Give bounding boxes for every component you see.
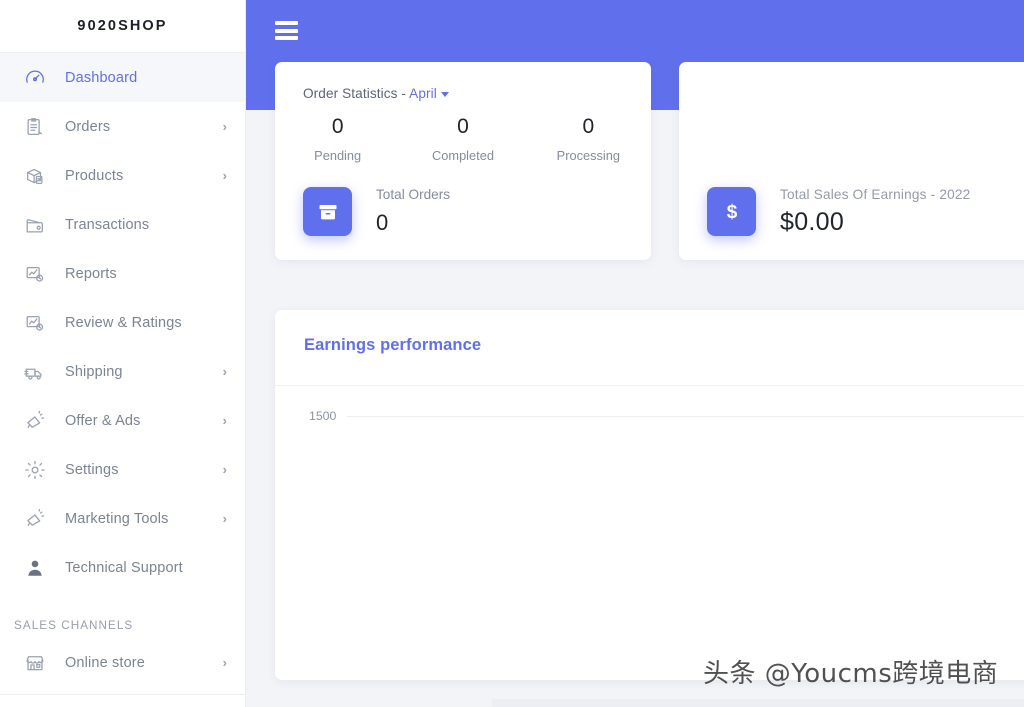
brand-name: 9020SHOP <box>77 18 168 34</box>
order-stat-processing: 0 Processing <box>526 114 651 163</box>
sidebar-item-dashboard[interactable]: Dashboard <box>0 53 245 102</box>
sidebar-item-orders[interactable]: Orders › <box>0 102 245 151</box>
order-statistics-title: Order Statistics - April <box>303 86 449 101</box>
sidebar-item-label: Technical Support <box>65 559 183 576</box>
order-stat-caption: Processing <box>556 148 620 163</box>
chevron-right-icon[interactable]: › <box>223 414 227 427</box>
speedometer-icon <box>22 65 48 91</box>
order-statistics-title-text: Order Statistics - <box>303 86 410 101</box>
main-content: Order Statistics - April 0 Pending 0 Comple… <box>246 0 1024 707</box>
order-statistics-card: Order Statistics - April 0 Pending 0 Comple… <box>275 62 651 260</box>
total-sales-card: $ Total Sales Of Earnings - 2022 $0.00 <box>679 62 1024 260</box>
total-sales-value: $0.00 <box>780 208 845 236</box>
user-icon <box>22 555 48 581</box>
sidebar-item-label: Marketing Tools <box>65 510 169 527</box>
sidebar-item-label: Transactions <box>65 216 150 233</box>
order-stat-caption: Completed <box>432 148 494 163</box>
sidebar-item-label: Orders <box>65 118 111 135</box>
sidebar-item-label: Dashboard <box>65 69 138 86</box>
sidebar-item-marketing-tools[interactable]: Marketing Tools › <box>0 494 245 543</box>
dollar-icon: $ <box>707 187 756 236</box>
earnings-performance-card: Earnings performance Last 7 days 1500 <box>275 310 1024 680</box>
box-package-icon <box>22 163 48 189</box>
y-axis-tick: 1500 <box>309 409 337 423</box>
sidebar-divider <box>0 694 245 695</box>
brand-logo[interactable]: 9020SHOP <box>0 0 245 53</box>
sidebar-channel-online-store[interactable]: Online store › <box>0 638 245 687</box>
archive-box-icon <box>303 187 352 236</box>
sidebar-item-offer-ads[interactable]: Offer & Ads › <box>0 396 245 445</box>
sidebar-item-review-ratings[interactable]: Review & Ratings <box>0 298 245 347</box>
sidebar: 9020SHOP Dashboard Orders › Products › Transa… <box>0 0 246 707</box>
gear-icon <box>22 457 48 483</box>
chart-title: Earnings performance <box>304 336 482 354</box>
total-orders-label: Total Orders <box>376 187 451 202</box>
chevron-down-icon[interactable] <box>440 92 449 97</box>
chart-report-icon <box>22 261 48 287</box>
sidebar-item-label: Review & Ratings <box>65 314 182 331</box>
order-stat-pending: 0 Pending <box>275 114 400 163</box>
chart-plot-area: 1500 <box>275 386 1024 680</box>
sidebar-channel-label: Online store <box>65 654 145 671</box>
chart-report-icon <box>22 310 48 336</box>
storefront-icon <box>22 650 48 676</box>
sidebar-item-label: Reports <box>65 265 117 282</box>
sidebar-item-shipping[interactable]: Shipping › <box>0 347 245 396</box>
chevron-right-icon[interactable]: › <box>223 169 227 182</box>
order-stat-value: 0 <box>457 115 469 138</box>
chevron-right-icon[interactable]: › <box>223 463 227 476</box>
megaphone-icon <box>22 506 48 532</box>
svg-text:$: $ <box>726 202 737 223</box>
order-stat-value: 0 <box>582 115 595 138</box>
chevron-right-icon[interactable]: › <box>223 512 227 525</box>
sidebar-item-settings[interactable]: Settings › <box>0 445 245 494</box>
sidebar-sales-channels: Online store › <box>0 638 245 687</box>
total-orders-value: 0 <box>376 210 389 235</box>
sidebar-section-title: SALES CHANNELS <box>14 619 134 632</box>
dashboard-page: 9020SHOP Dashboard Orders › Products › Transa… <box>0 0 1024 707</box>
month-selector[interactable]: April <box>409 86 437 101</box>
order-stat-caption: Pending <box>314 148 362 163</box>
chevron-right-icon[interactable]: › <box>223 120 227 133</box>
order-statistics-list: 0 Pending 0 Completed 0 Processing <box>275 114 651 163</box>
chevron-right-icon[interactable]: › <box>223 656 227 669</box>
total-sales-label: Total Sales Of Earnings - 2022 <box>780 187 971 202</box>
sidebar-item-technical-support[interactable]: Technical Support <box>0 543 245 592</box>
sidebar-nav: Dashboard Orders › Products › Transactions Rep… <box>0 53 245 592</box>
megaphone-icon <box>22 408 48 434</box>
delivery-truck-icon <box>22 359 48 385</box>
page-bottom-strip <box>492 699 1024 707</box>
sidebar-item-label: Settings <box>65 461 119 478</box>
clipboard-list-icon <box>22 114 48 140</box>
sidebar-item-label: Offer & Ads <box>65 412 141 429</box>
watermark: 头条 @Youcms跨境电商 <box>703 659 999 689</box>
sidebar-item-reports[interactable]: Reports <box>0 249 245 298</box>
order-stat-completed: 0 Completed <box>400 114 525 163</box>
sidebar-item-label: Products <box>65 167 124 184</box>
order-stat-value: 0 <box>331 115 344 138</box>
chevron-right-icon[interactable]: › <box>223 365 227 378</box>
sidebar-item-products[interactable]: Products › <box>0 151 245 200</box>
sidebar-item-transactions[interactable]: Transactions <box>0 200 245 249</box>
sidebar-item-label: Shipping <box>65 363 123 380</box>
wallet-card-icon <box>22 212 48 238</box>
chart-gridline <box>347 416 1024 417</box>
